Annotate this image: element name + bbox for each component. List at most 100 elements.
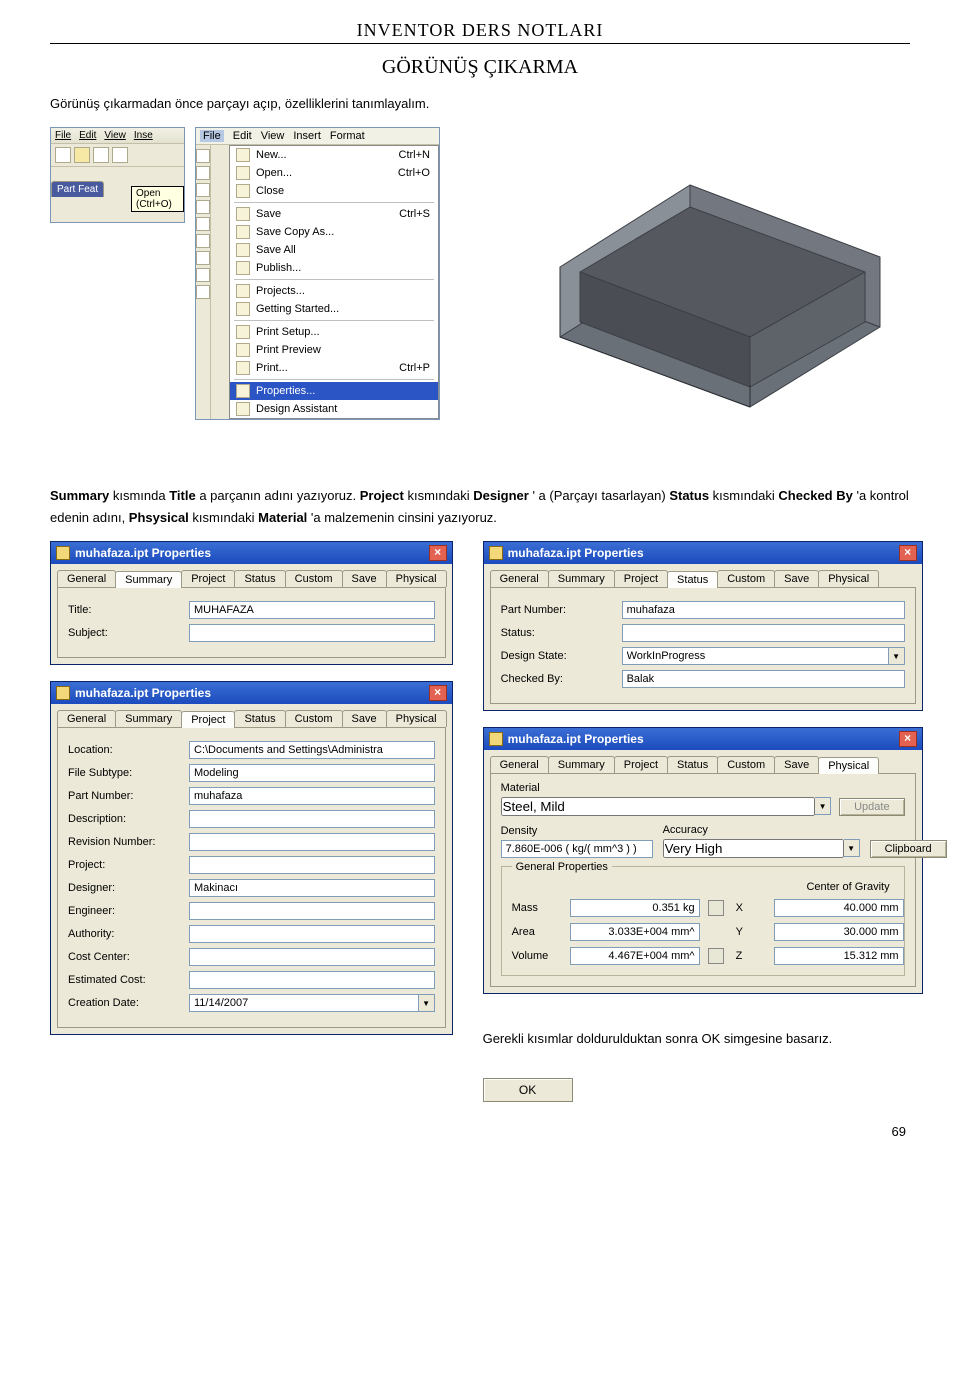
- z-input[interactable]: [774, 947, 904, 965]
- side-icon[interactable]: [196, 166, 210, 180]
- tab-save[interactable]: Save: [774, 756, 819, 773]
- file-menu-item[interactable]: Publish...: [230, 259, 438, 277]
- menu-insert[interactable]: Inse: [134, 130, 153, 141]
- tab-physical[interactable]: Physical: [386, 570, 447, 587]
- save-icon[interactable]: [93, 147, 109, 163]
- tab-save[interactable]: Save: [342, 710, 387, 727]
- side-icon[interactable]: [196, 285, 210, 299]
- file-menu-item[interactable]: Projects...: [230, 282, 438, 300]
- projectfield-input[interactable]: [189, 856, 435, 874]
- file-menu-item[interactable]: Design Assistant: [230, 400, 438, 418]
- mass-input[interactable]: [570, 899, 700, 917]
- tab-custom[interactable]: Custom: [285, 710, 343, 727]
- tab-summary[interactable]: Summary: [548, 570, 615, 587]
- file-menu-item[interactable]: Close: [230, 182, 438, 200]
- location-input[interactable]: [189, 741, 435, 759]
- new-icon[interactable]: [55, 147, 71, 163]
- close-button[interactable]: ×: [429, 685, 447, 701]
- fm-menu-insert[interactable]: Insert: [293, 130, 321, 142]
- side-icon[interactable]: [196, 251, 210, 265]
- designstate-select[interactable]: [622, 647, 889, 665]
- fm-menu-format[interactable]: Format: [330, 130, 365, 142]
- authority-input[interactable]: [189, 925, 435, 943]
- calc-icon[interactable]: [708, 900, 724, 916]
- tab-project[interactable]: Project: [614, 756, 668, 773]
- tab-summary[interactable]: Summary: [548, 756, 615, 773]
- accuracy-select[interactable]: [663, 839, 844, 858]
- partnumber-input[interactable]: [189, 787, 435, 805]
- clipboard-button[interactable]: Clipboard: [870, 840, 947, 858]
- tab-status[interactable]: Status: [234, 570, 285, 587]
- dropdown-arrow-icon[interactable]: ▼: [815, 797, 831, 815]
- mini-menubar[interactable]: File Edit View Inse: [51, 128, 184, 144]
- revision-input[interactable]: [189, 833, 435, 851]
- menu-edit[interactable]: Edit: [79, 130, 96, 141]
- calc-icon[interactable]: [708, 948, 724, 964]
- x-input[interactable]: [774, 899, 904, 917]
- tab-physical[interactable]: Physical: [818, 757, 879, 774]
- file-menu-item[interactable]: New...Ctrl+N: [230, 146, 438, 164]
- tab-save[interactable]: Save: [774, 570, 819, 587]
- side-icon[interactable]: [196, 183, 210, 197]
- menu-file[interactable]: File: [55, 130, 71, 141]
- tab-custom[interactable]: Custom: [717, 570, 775, 587]
- tab-physical[interactable]: Physical: [386, 710, 447, 727]
- fm-menu-view[interactable]: View: [261, 130, 285, 142]
- file-menu-item[interactable]: Save Copy As...: [230, 223, 438, 241]
- tab-save[interactable]: Save: [342, 570, 387, 587]
- tab-summary[interactable]: Summary: [115, 710, 182, 727]
- y-input[interactable]: [774, 923, 904, 941]
- checkedby-input[interactable]: [622, 670, 905, 688]
- file-menu-item[interactable]: Open...Ctrl+O: [230, 164, 438, 182]
- part-features-tab[interactable]: Part Feat: [51, 181, 104, 197]
- dropdown-arrow-icon[interactable]: ▼: [889, 647, 905, 665]
- update-button[interactable]: Update: [839, 798, 904, 816]
- tab-custom[interactable]: Custom: [717, 756, 775, 773]
- status-input[interactable]: [622, 624, 905, 642]
- description-input[interactable]: [189, 810, 435, 828]
- file-menu-item[interactable]: Properties...: [230, 382, 438, 400]
- file-menu-item[interactable]: SaveCtrl+S: [230, 205, 438, 223]
- tab-status[interactable]: Status: [234, 710, 285, 727]
- file-menu-item[interactable]: Print...Ctrl+P: [230, 359, 438, 377]
- tab-physical[interactable]: Physical: [818, 570, 879, 587]
- side-icon[interactable]: [196, 200, 210, 214]
- volume-input[interactable]: [570, 947, 700, 965]
- tab-general[interactable]: General: [490, 756, 549, 773]
- close-button[interactable]: ×: [429, 545, 447, 561]
- density-input[interactable]: [501, 840, 653, 858]
- tab-status[interactable]: Status: [667, 571, 718, 588]
- side-icon[interactable]: [196, 149, 210, 163]
- dropdown-arrow-icon[interactable]: ▼: [844, 839, 860, 857]
- file-menu-item[interactable]: Getting Started...: [230, 300, 438, 318]
- tab-general[interactable]: General: [57, 570, 116, 587]
- subject-input[interactable]: [189, 624, 435, 642]
- tab-status[interactable]: Status: [667, 756, 718, 773]
- area-input[interactable]: [570, 923, 700, 941]
- tab-general[interactable]: General: [57, 710, 116, 727]
- open-icon[interactable]: [74, 147, 90, 163]
- file-menu-item[interactable]: Print Setup...: [230, 323, 438, 341]
- undo-icon[interactable]: [112, 147, 128, 163]
- fm-menu-edit[interactable]: Edit: [233, 130, 252, 142]
- tab-general[interactable]: General: [490, 570, 549, 587]
- tab-project[interactable]: Project: [614, 570, 668, 587]
- material-select[interactable]: [501, 797, 816, 816]
- side-icon[interactable]: [196, 217, 210, 231]
- side-icon[interactable]: [196, 268, 210, 282]
- file-menu-item[interactable]: Save All: [230, 241, 438, 259]
- close-button[interactable]: ×: [899, 731, 917, 747]
- tab-project[interactable]: Project: [181, 570, 235, 587]
- fm-menu-file[interactable]: File: [200, 130, 224, 142]
- filesubtype-input[interactable]: [189, 764, 435, 782]
- title-input[interactable]: [189, 601, 435, 619]
- tab-project[interactable]: Project: [181, 711, 235, 728]
- close-button[interactable]: ×: [899, 545, 917, 561]
- dropdown-arrow-icon[interactable]: ▼: [419, 994, 435, 1012]
- estimatedcost-input[interactable]: [189, 971, 435, 989]
- engineer-input[interactable]: [189, 902, 435, 920]
- partnumber-input[interactable]: [622, 601, 905, 619]
- tab-custom[interactable]: Custom: [285, 570, 343, 587]
- menu-view[interactable]: View: [104, 130, 126, 141]
- file-menu-item[interactable]: Print Preview: [230, 341, 438, 359]
